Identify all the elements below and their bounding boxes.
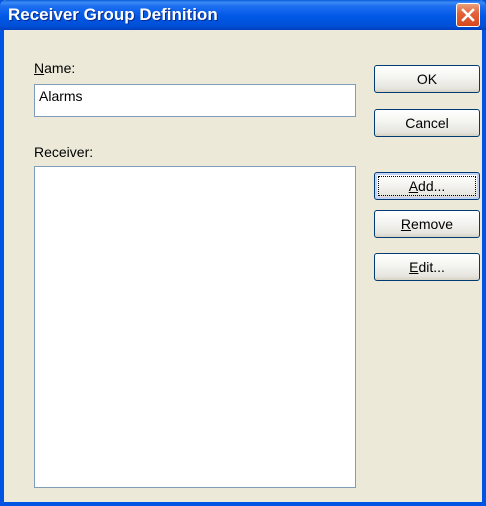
cancel-button[interactable]: Cancel — [374, 109, 480, 137]
close-icon — [461, 8, 475, 22]
dialog-window: Receiver Group Definition Name: Alarms R… — [0, 0, 486, 506]
remove-button[interactable]: Remove — [374, 210, 480, 238]
receiver-listbox[interactable] — [34, 166, 356, 488]
edit-button[interactable]: Edit... — [374, 253, 480, 281]
receiver-label: Receiver: — [34, 144, 94, 160]
name-label: Name: — [34, 60, 76, 76]
window-title: Receiver Group Definition — [8, 5, 218, 24]
ok-button[interactable]: OK — [374, 65, 480, 93]
name-input[interactable]: Alarms — [34, 84, 356, 117]
title-bar[interactable]: Receiver Group Definition — [0, 0, 486, 30]
close-button[interactable] — [456, 3, 480, 27]
add-button[interactable]: Add... — [374, 172, 480, 200]
